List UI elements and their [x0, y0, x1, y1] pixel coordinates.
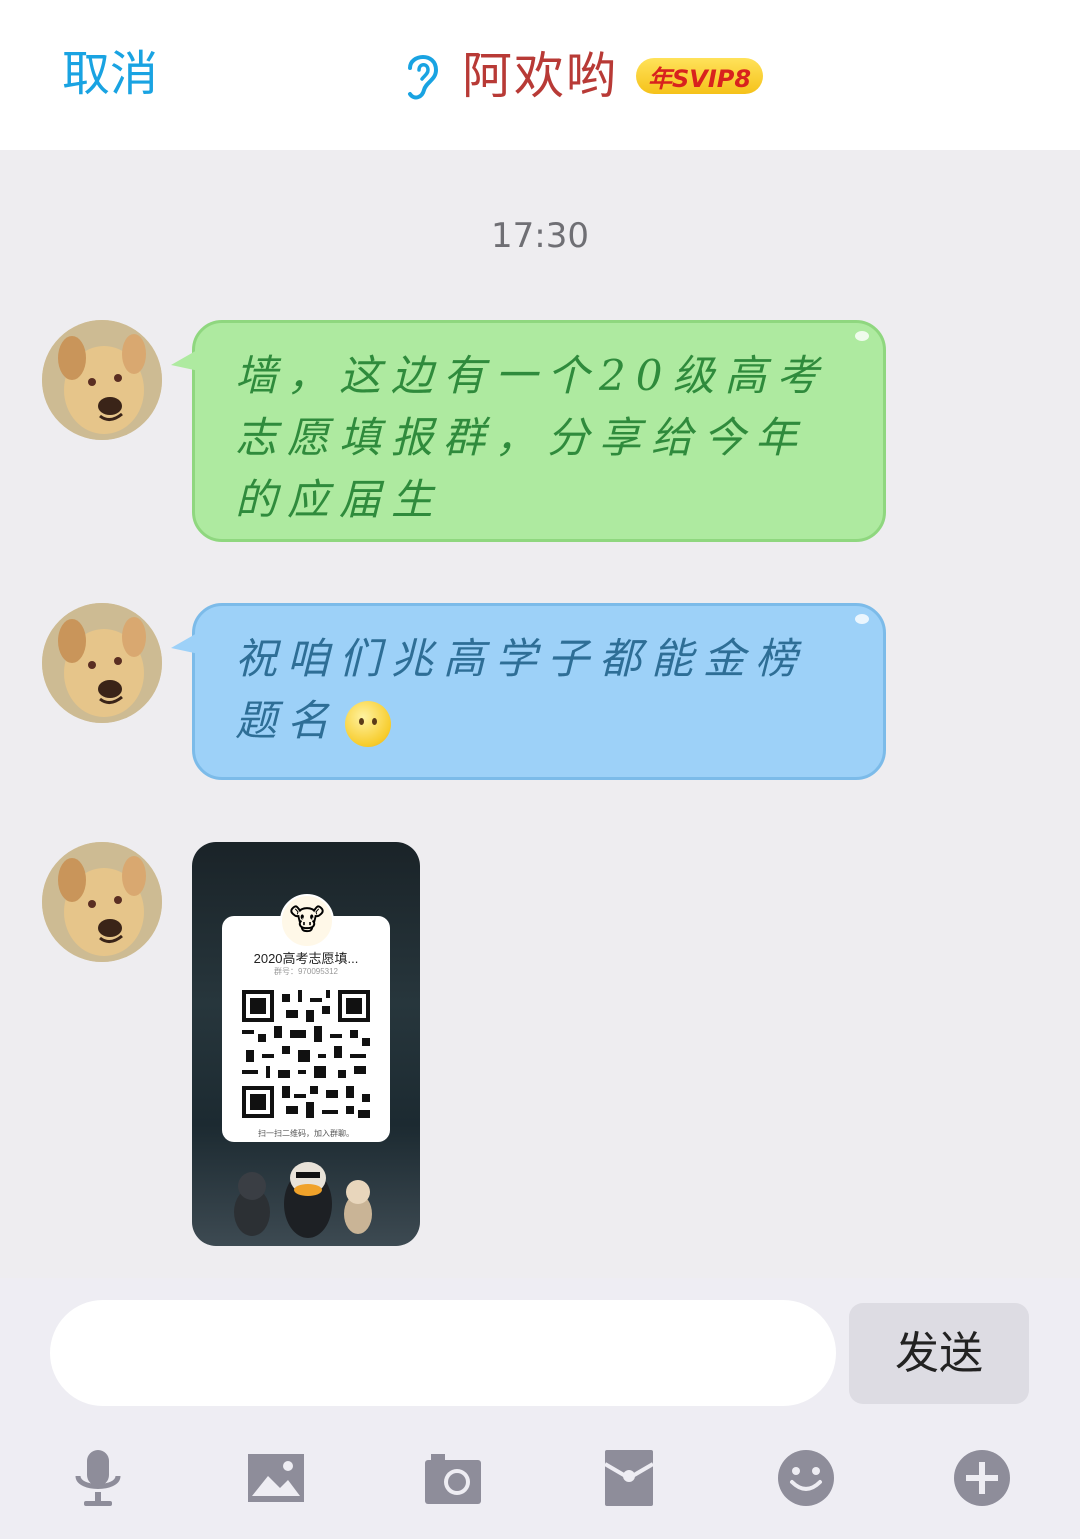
- camera-icon[interactable]: [421, 1446, 485, 1510]
- emoji-icon[interactable]: [774, 1446, 838, 1510]
- message-bubble[interactable]: 祝咱们兆高学子都能金榜题名: [171, 603, 886, 780]
- qr-instruction: 扫一扫二维码，加入群聊。: [258, 1129, 354, 1138]
- input-bar: 发送: [0, 1278, 1080, 1539]
- bubble-shine: [855, 331, 869, 341]
- group-avatar: 🐮: [280, 894, 334, 948]
- header-bar: 取消 阿欢哟 年SVIP8: [0, 0, 1080, 150]
- cartoon-characters: [234, 1162, 372, 1238]
- group-name: 2020高考志愿填...: [253, 951, 359, 966]
- chat-title-group: 阿欢哟 年SVIP8: [400, 40, 764, 112]
- qr-card: 🐮 2020高考志愿填... 群号：970095312 扫一扫二维码，加入群聊。: [222, 894, 390, 1142]
- image-icon[interactable]: [244, 1446, 308, 1510]
- bubble-tail: [171, 632, 199, 654]
- message-text: 墙，这边有一个20级高考志愿填报群，分享给今年的应届生: [235, 351, 829, 524]
- bubble-shine: [855, 614, 869, 624]
- red-packet-icon[interactable]: [597, 1446, 661, 1510]
- bubble-tail: [171, 349, 199, 371]
- cancel-button[interactable]: 取消: [62, 44, 158, 104]
- avatar[interactable]: [42, 603, 162, 723]
- message-text: 祝咱们兆高学子都能金榜题名: [235, 634, 808, 745]
- send-button[interactable]: 发送: [849, 1303, 1029, 1404]
- contact-name: 阿欢哟: [462, 47, 618, 105]
- microphone-icon[interactable]: [66, 1446, 130, 1510]
- plus-icon[interactable]: [950, 1446, 1014, 1510]
- ear-icon[interactable]: [400, 46, 444, 106]
- message-input[interactable]: [50, 1300, 836, 1406]
- qr-code-image: [238, 986, 374, 1122]
- message-timestamp: 17:30: [491, 216, 589, 256]
- group-number: 群号：970095312: [273, 967, 339, 976]
- avatar[interactable]: [42, 320, 162, 440]
- image-message[interactable]: 🐮 2020高考志愿填... 群号：970095312 扫一扫二维码，加入群聊。: [192, 842, 420, 1246]
- message-bubble[interactable]: 墙，这边有一个20级高考志愿填报群，分享给今年的应届生: [171, 320, 886, 542]
- avatar[interactable]: [42, 842, 162, 962]
- vip-badge: 年SVIP8: [636, 58, 764, 94]
- blush-face-emoji: [345, 701, 392, 747]
